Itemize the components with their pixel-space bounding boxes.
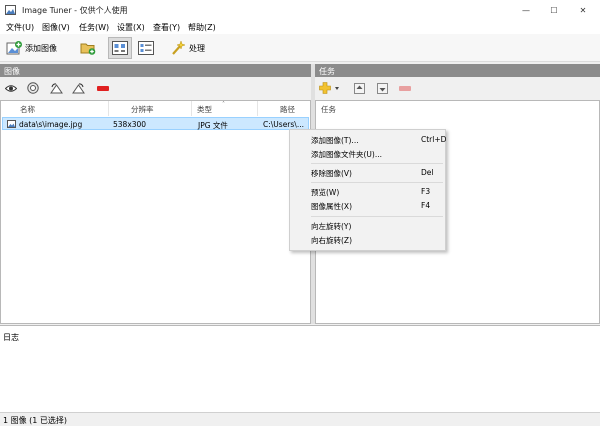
column-type[interactable]: 类型: [192, 101, 258, 116]
minus-icon: [399, 85, 411, 91]
status-bar: 1 图像 (1 已选择): [0, 412, 600, 426]
process-label: 处理: [189, 43, 205, 53]
close-button[interactable]: ✕: [568, 0, 598, 20]
cell-resolution: 538x300: [113, 120, 147, 129]
context-menu: 添加图像(T)... Ctrl+D 添加图像文件夹(U)... 移除图像(V) …: [289, 129, 446, 251]
process-button[interactable]: 处理: [170, 37, 205, 59]
details-view-icon: [138, 41, 154, 55]
cell-name: data\s\image.jpg: [19, 120, 83, 129]
column-task[interactable]: 任务: [317, 101, 599, 116]
rotate-left-icon: [49, 82, 63, 93]
menu-item-remove-image[interactable]: 移除图像(V) Del: [290, 166, 445, 179]
properties-button[interactable]: [26, 81, 40, 95]
add-task-button[interactable]: [318, 81, 342, 95]
menu-file[interactable]: 文件(U): [6, 22, 34, 33]
info-icon: [27, 82, 39, 94]
main-toolbar: 添加图像 处理: [0, 34, 600, 62]
rotate-right-button[interactable]: [71, 81, 85, 95]
thumbnail-view-icon: [112, 41, 128, 55]
log-panel: 日志: [0, 325, 600, 412]
menu-item-image-properties[interactable]: 图像属性(X) F4: [290, 199, 445, 212]
menu-separator: [311, 216, 443, 217]
minus-icon: [97, 85, 109, 91]
sort-arrow-icon: ˄: [222, 101, 225, 108]
details-view-button[interactable]: [138, 37, 156, 59]
menu-separator: [311, 182, 443, 183]
log-title: 日志: [3, 333, 19, 342]
menu-help[interactable]: 帮助(Z): [188, 22, 216, 33]
move-task-up-button[interactable]: [352, 81, 366, 95]
status-text: 1 图像 (1 已选择): [3, 416, 68, 425]
add-task-icon: [319, 82, 339, 94]
column-resolution[interactable]: 分辨率: [109, 101, 192, 116]
title-bar: Image Tuner - 仅供个人使用 — ☐ ✕: [0, 0, 600, 20]
image-file-icon: [7, 120, 16, 128]
menu-item-preview[interactable]: 预览(W) F3: [290, 185, 445, 198]
menu-item-rotate-right[interactable]: 向右旋转(Z): [290, 233, 445, 246]
move-down-icon: [376, 82, 388, 94]
remove-task-button[interactable]: [398, 81, 412, 95]
app-icon: [5, 5, 16, 15]
menu-view[interactable]: 查看(Y): [153, 22, 180, 33]
menu-item-add-folder[interactable]: 添加图像文件夹(U)...: [290, 147, 445, 160]
tasks-panel-toolbar: [318, 80, 418, 96]
minimize-button[interactable]: —: [511, 0, 541, 20]
maximize-button[interactable]: ☐: [539, 0, 569, 20]
menu-image[interactable]: 图像(V): [42, 22, 70, 33]
add-image-label: 添加图像: [25, 43, 57, 53]
eye-icon: [5, 84, 17, 92]
images-list[interactable]: 名称 分辨率 类型 ˄ 路径 data\s\image.jpg 538x300 …: [0, 100, 311, 324]
thumbnail-view-button[interactable]: [108, 37, 132, 59]
tasks-panel-header: 任务: [315, 64, 600, 77]
window-title: Image Tuner - 仅供个人使用: [22, 6, 128, 15]
move-task-down-button[interactable]: [375, 81, 389, 95]
images-panel-title: 图像: [4, 67, 20, 76]
table-row[interactable]: data\s\image.jpg 538x300 JPG 文件 C:\Users…: [2, 117, 309, 130]
remove-image-button[interactable]: [96, 81, 110, 95]
magic-wand-icon: [172, 40, 186, 55]
menu-task[interactable]: 任务(W): [79, 22, 109, 33]
folder-add-icon: [80, 43, 96, 55]
add-folder-button[interactable]: [80, 37, 98, 59]
images-panel-header: 图像: [0, 64, 311, 77]
menu-item-add-image[interactable]: 添加图像(T)... Ctrl+D: [290, 133, 446, 146]
rotate-left-button[interactable]: [49, 81, 63, 95]
menu-bar: 文件(U) 图像(V) 任务(W) 设置(X) 查看(Y) 帮助(Z): [0, 20, 600, 34]
images-panel-toolbar: [4, 80, 114, 96]
cell-type: JPG 文件: [198, 121, 228, 130]
rotate-right-icon: [71, 82, 85, 93]
cell-path: C:\Users\...: [263, 120, 304, 129]
column-name[interactable]: 名称: [2, 101, 109, 116]
column-path[interactable]: 路径: [258, 101, 310, 116]
menu-settings[interactable]: 设置(X): [117, 22, 145, 33]
preview-button[interactable]: [4, 81, 18, 95]
tasks-panel-title: 任务: [319, 67, 335, 76]
menu-item-rotate-left[interactable]: 向左旋转(Y): [290, 219, 445, 232]
menu-separator: [311, 163, 443, 164]
add-image-button[interactable]: 添加图像: [6, 37, 57, 59]
add-image-icon: [6, 41, 22, 55]
move-up-icon: [353, 82, 365, 94]
